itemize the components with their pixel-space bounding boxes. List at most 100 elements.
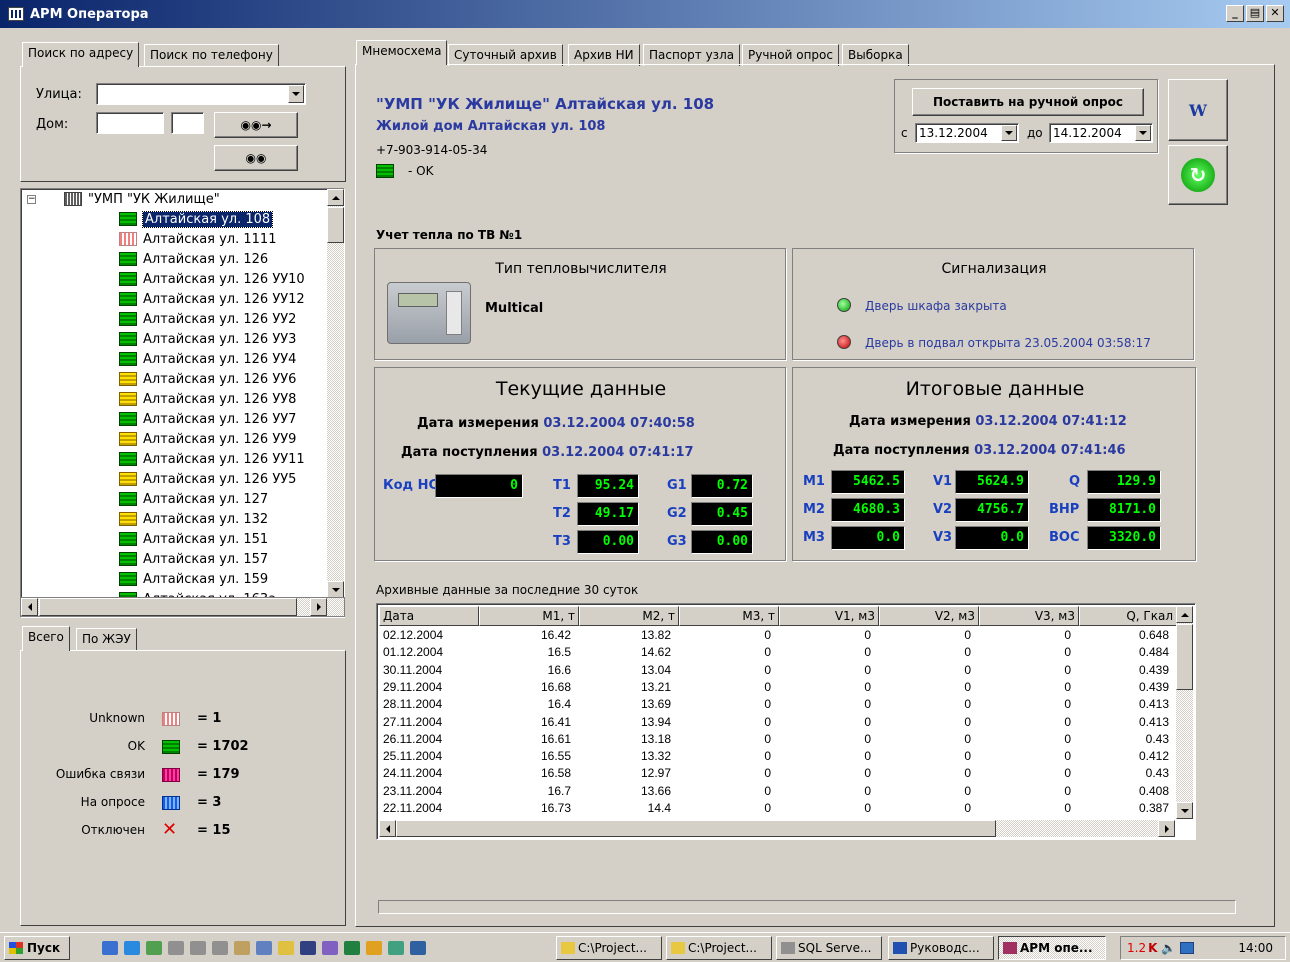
grid-vertical-scrollbar[interactable]	[1176, 606, 1193, 819]
manual-poll-button[interactable]: Поставить на ручной опрос	[912, 88, 1144, 116]
tree-item[interactable]: Алтайская ул. 126 УУ6	[119, 369, 296, 389]
tree-item[interactable]: Алтайская ул. 126 УУ12	[119, 289, 305, 309]
tree-vertical-scrollbar[interactable]	[327, 189, 344, 617]
column-header[interactable]: М1, т	[479, 606, 579, 626]
cd-icon[interactable]	[366, 941, 382, 955]
ie-icon[interactable]	[124, 941, 140, 955]
grid-scroll-up[interactable]	[1176, 606, 1193, 623]
tree-item[interactable]: Алтайская ул. 126 УУ4	[119, 349, 296, 369]
start-button[interactable]: Пуск	[4, 936, 70, 960]
tab-4[interactable]: Ручной опрос	[742, 44, 839, 66]
refresh-button[interactable]: ↻	[1168, 145, 1228, 205]
tree-item[interactable]: Алтайская ул. 126 УУ11	[119, 449, 305, 469]
drive-icon[interactable]	[168, 941, 184, 955]
tab-total[interactable]: Всего	[22, 626, 70, 651]
tree-item[interactable]: Алтайская ул. 126 УУ9	[119, 429, 296, 449]
tab-0[interactable]: Мнемосхема	[356, 40, 448, 65]
tab-1[interactable]: Суточный архив	[448, 44, 563, 66]
tree-item[interactable]: Алтайская ул. 126 УУ10	[119, 269, 305, 289]
tree-item[interactable]: Алтайская ул. 126 УУ3	[119, 329, 296, 349]
column-header[interactable]: V1, м3	[779, 606, 879, 626]
tree-item[interactable]: Алтайская ул. 126 УУ8	[119, 389, 296, 409]
find-button[interactable]: ◉◉	[214, 145, 298, 171]
column-header[interactable]: М2, т	[579, 606, 679, 626]
house-building-input[interactable]	[171, 112, 204, 134]
date-from-arrow[interactable]	[1001, 125, 1017, 141]
collapse-icon[interactable]: −	[27, 194, 36, 204]
network-icon[interactable]	[1180, 942, 1195, 954]
tab-search-phone[interactable]: Поиск по телефону	[144, 44, 279, 66]
tree-item[interactable]: Алтайская ул. 126 УУ7	[119, 409, 296, 429]
grid-scroll-left[interactable]	[379, 820, 396, 837]
tools-icon[interactable]	[322, 941, 338, 955]
tab-5[interactable]: Выборка	[842, 44, 909, 66]
tab-search-address[interactable]: Поиск по адресу	[22, 42, 140, 67]
object-tree[interactable]: − "УМП "УК Жилище" Алтайская ул. 108 Алта…	[20, 188, 345, 618]
tree-item[interactable]: Алтайская ул. 159	[119, 569, 268, 589]
scroll-right-button[interactable]	[310, 598, 327, 616]
table-cell: 0	[764, 766, 771, 781]
scroll-left-button[interactable]	[21, 598, 38, 616]
grid-scroll-down[interactable]	[1176, 802, 1193, 819]
word-export-button[interactable]: W	[1168, 79, 1228, 141]
tree-horizontal-scrollbar[interactable]	[20, 597, 345, 617]
drive-icon[interactable]	[212, 941, 228, 955]
grid-horizontal-scrollbar[interactable]	[379, 820, 1175, 837]
tree-item[interactable]: Алтайская ул. 151	[119, 529, 268, 549]
tree-item[interactable]: Алтайская ул. 108	[119, 209, 274, 229]
tab-by-zheu[interactable]: По ЖЭУ	[76, 628, 137, 650]
tree-item[interactable]: Алтайская ул. 127	[119, 489, 268, 509]
scroll-down-button[interactable]	[327, 581, 344, 598]
hscroll-thumb[interactable]	[39, 598, 297, 616]
terminal-icon[interactable]	[344, 941, 360, 955]
column-header[interactable]: М3, т	[679, 606, 779, 626]
taskbar-button[interactable]: АРМ опе...	[998, 936, 1106, 960]
tree-item[interactable]: Алтайская ул. 126 УУ2	[119, 309, 296, 329]
grid-hscroll-thumb[interactable]	[396, 820, 996, 837]
taskbar-button[interactable]: C:\Project...	[556, 936, 662, 960]
drive-icon[interactable]	[190, 941, 206, 955]
date-to-arrow[interactable]	[1135, 125, 1151, 141]
minimize-button[interactable]: _	[1226, 5, 1244, 22]
clock-icon[interactable]	[388, 941, 404, 955]
tree-item[interactable]: Алтайская ул. 126 УУ5	[119, 469, 296, 489]
title-bar[interactable]: АРМ Оператора	[0, 0, 1290, 28]
grid-scroll-right[interactable]	[1158, 820, 1175, 837]
column-header[interactable]: V3, м3	[979, 606, 1079, 626]
column-header[interactable]: Q, Гкал	[1079, 606, 1177, 626]
taskbar-button[interactable]: Руководс...	[888, 936, 994, 960]
calc-icon[interactable]	[410, 941, 426, 955]
date-to-picker[interactable]: 14.12.2004	[1049, 123, 1153, 143]
archive-grid[interactable]: Дата М1, т М2, т М3, т V1, м3 V2, м3 V3, м3 Q, …	[376, 603, 1196, 840]
street-combo[interactable]	[96, 83, 306, 105]
outlook-icon[interactable]	[146, 941, 162, 955]
table-cell: 0	[1064, 749, 1071, 764]
scroll-up-button[interactable]	[327, 189, 344, 206]
tree-root[interactable]: − "УМП "УК Жилище"	[27, 189, 220, 209]
tree-item[interactable]: Алтайская ул. 132	[119, 509, 268, 529]
tree-item[interactable]: Алтайская ул. 126	[119, 249, 268, 269]
find-next-button[interactable]: ◉◉→	[214, 112, 298, 138]
tab-3[interactable]: Паспорт узла	[643, 44, 741, 66]
network-icon[interactable]	[234, 941, 250, 955]
save-icon[interactable]	[300, 941, 316, 955]
grid-scroll-thumb[interactable]	[1176, 624, 1193, 690]
tree-item[interactable]: Алтайская ул. 157	[119, 549, 268, 569]
kaspersky-icon[interactable]: K	[1148, 941, 1157, 955]
close-button[interactable]: ✕	[1266, 5, 1284, 22]
restore-button[interactable]: ▤	[1246, 5, 1264, 22]
search-icon[interactable]	[256, 941, 272, 955]
taskbar-button[interactable]: SQL Serve...	[776, 936, 882, 960]
scroll-thumb[interactable]	[327, 207, 344, 243]
tab-2[interactable]: Архив НИ	[568, 44, 640, 66]
house-number-input[interactable]	[96, 112, 164, 134]
column-header[interactable]: V2, м3	[879, 606, 979, 626]
folder-icon[interactable]	[278, 941, 294, 955]
tree-item[interactable]: Алтайская ул. 1111	[119, 229, 276, 249]
column-header[interactable]: Дата	[379, 606, 479, 626]
date-from-picker[interactable]: 13.12.2004	[915, 123, 1019, 143]
desktop-icon[interactable]	[102, 941, 118, 955]
volume-icon[interactable]: 🔈	[1161, 941, 1176, 955]
taskbar-button[interactable]: C:\Project...	[666, 936, 772, 960]
street-dropdown-arrow[interactable]	[288, 85, 304, 103]
